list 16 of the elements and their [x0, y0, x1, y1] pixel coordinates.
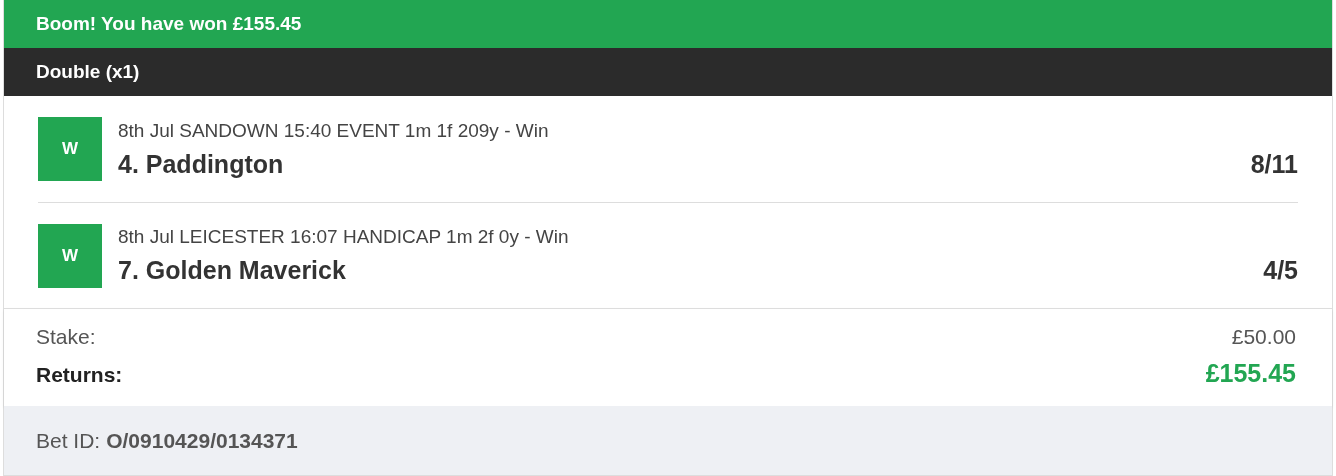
- result-badge: W: [38, 223, 102, 288]
- returns-amount: £155.45: [1205, 359, 1296, 388]
- odds: 4/5: [1263, 256, 1298, 285]
- selection-name: 7. Golden Maverick: [118, 256, 346, 285]
- bet-id: O/0910429/0134371: [106, 428, 298, 453]
- event-details: 8th Jul SANDOWN 15:40 EVENT 1m 1f 209y - Win: [118, 119, 550, 142]
- selection-name: 4. Paddington: [118, 149, 284, 179]
- bet-id-label: Bet ID:: [36, 428, 101, 453]
- returns-label: Returns:: [36, 363, 123, 387]
- stake-amount: £50.00: [1231, 325, 1296, 349]
- win-message: Boom! You have won £155.45: [36, 13, 302, 35]
- odds: 8/11: [1250, 149, 1298, 179]
- result-badge: W: [38, 117, 102, 181]
- stake-label: Stake:: [36, 325, 96, 349]
- event-details: 8th Jul LEICESTER 16:07 HANDICAP 1m 2f 0y - Win: [118, 226, 570, 248]
- bet-type-title: Double (x1): [36, 61, 140, 83]
